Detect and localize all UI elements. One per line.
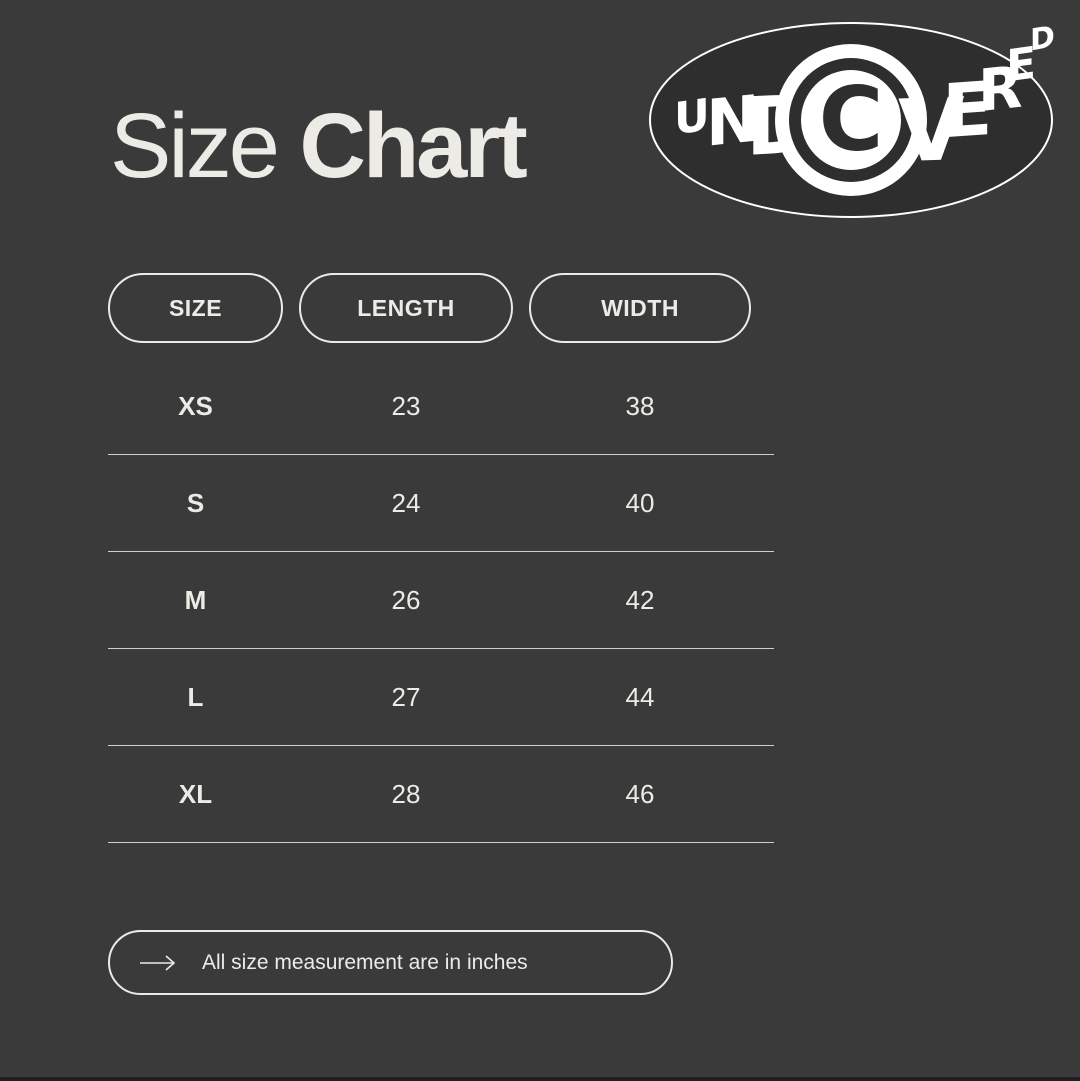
arrow-right-icon [140,954,176,971]
table-row: XS 23 38 [108,358,774,455]
title-bold: Chart [299,95,528,197]
size-cell: M [184,584,207,615]
svg-text:C: C [819,68,884,171]
bottom-border [0,1077,1080,1081]
size-cell: XL [178,778,213,809]
size-cell: XS [178,390,213,421]
length-cell: 27 [391,681,421,712]
brand-logo-icon: U N D I S C V E R E D [649,20,1054,218]
width-cell: 38 [625,390,655,421]
table-row: S 24 40 [108,455,774,552]
measurement-note: All size measurement are in inches [108,930,673,995]
length-cell: 28 [391,778,421,809]
width-cell: 40 [625,487,655,518]
table-row: M 26 42 [108,552,774,649]
size-column-header: SIZE [108,273,283,343]
size-table: XS 23 38 S 24 40 M 26 42 L 27 44 XL 28 4… [108,358,774,843]
svg-text:U: U [674,90,710,146]
width-cell: 42 [625,584,655,615]
width-column-header: WIDTH [529,273,751,343]
length-cell: 24 [391,487,421,518]
size-cell: S [186,487,205,518]
width-cell: 44 [625,681,655,712]
note-text: All size measurement are in inches [202,950,528,974]
width-cell: 46 [625,778,655,809]
title-light: Size [110,95,280,197]
length-column-header: LENGTH [299,273,513,343]
size-cell: L [187,681,204,712]
length-cell: 26 [391,584,421,615]
page-title: Size Chart [110,100,528,192]
length-cell: 23 [391,390,421,421]
table-row: XL 28 46 [108,746,774,843]
table-row: L 27 44 [108,649,774,746]
svg-text:D: D [1030,20,1054,59]
